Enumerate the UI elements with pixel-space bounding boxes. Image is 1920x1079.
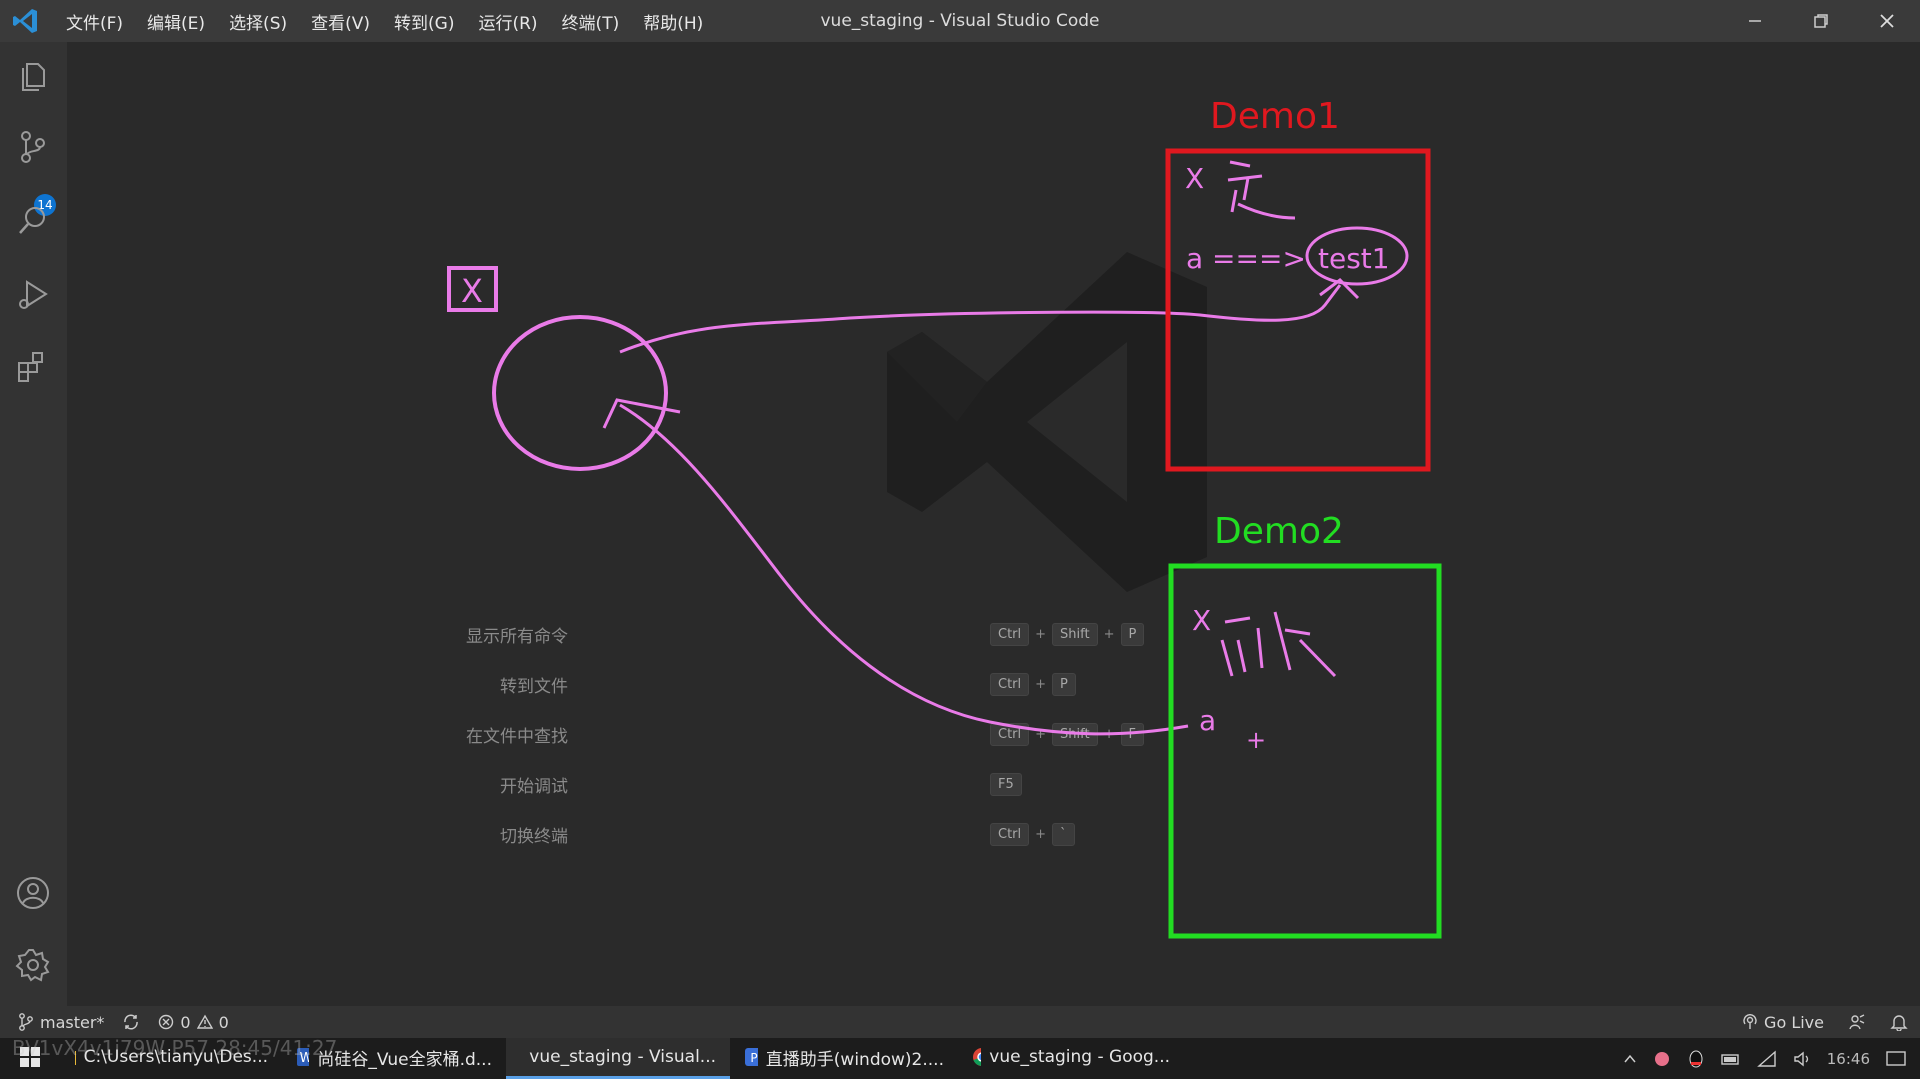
- shortcut-label: 转到文件: [500, 676, 568, 697]
- menu-run[interactable]: 运行(R): [466, 3, 549, 40]
- menu-selection[interactable]: 选择(S): [217, 3, 299, 40]
- account-icon[interactable]: [14, 874, 52, 912]
- menu-terminal[interactable]: 终端(T): [550, 3, 632, 40]
- branch-indicator[interactable]: master*: [18, 1013, 104, 1032]
- broadcast-icon: [1743, 1014, 1757, 1029]
- sync-icon: [124, 1014, 139, 1030]
- key: Ctrl: [990, 822, 1030, 846]
- shortcut-keys: F5: [990, 772, 1022, 796]
- key: Shift: [1052, 622, 1098, 646]
- taskbar-item-label: vue_staging - Visual...: [529, 1047, 716, 1067]
- extensions-icon[interactable]: [14, 348, 52, 386]
- minimize-icon: [1749, 20, 1761, 22]
- key: Shift: [1052, 722, 1098, 746]
- menu-go[interactable]: 转到(G): [382, 3, 466, 40]
- shortcut-keys: Ctrl + P: [990, 672, 1076, 696]
- vscode-watermark-icon: [887, 252, 1207, 592]
- taskbar-item[interactable]: vue_staging - Goog...: [958, 1038, 1184, 1079]
- key-plus: +: [1035, 626, 1047, 642]
- status-right: Go Live: [1724, 1006, 1908, 1038]
- problems-indicator[interactable]: 0 0: [158, 1012, 229, 1032]
- close-button[interactable]: [1854, 0, 1920, 42]
- status-bar: master* 0 0 Go Live: [0, 1006, 1920, 1038]
- taskbar-item[interactable]: P 直播助手(window)2....: [730, 1038, 958, 1079]
- shortcut-label: 切换终端: [500, 826, 568, 847]
- notifications-bell-icon[interactable]: [1890, 1013, 1908, 1031]
- key: Ctrl: [990, 622, 1030, 646]
- key: Ctrl: [990, 722, 1030, 746]
- key: F5: [990, 772, 1022, 796]
- menu-help[interactable]: 帮助(H): [631, 3, 715, 40]
- run-debug-icon[interactable]: [14, 276, 52, 314]
- wifi-icon[interactable]: [1756, 1049, 1777, 1068]
- chrome-icon: [973, 1048, 982, 1066]
- title-bar: 文件(F) 编辑(E) 选择(S) 查看(V) 转到(G) 运行(R) 终端(T…: [0, 0, 1920, 42]
- error-icon: [159, 1014, 174, 1030]
- volume-icon[interactable]: [1793, 1050, 1811, 1068]
- shortcut-keys: Ctrl + Shift + P: [990, 622, 1145, 646]
- activity-bar: 14: [0, 42, 67, 1006]
- source-control-icon[interactable]: [14, 128, 52, 166]
- restore-icon: [1814, 14, 1828, 28]
- key-plus: +: [1103, 626, 1115, 642]
- go-live-button[interactable]: Go Live: [1742, 1013, 1824, 1032]
- branch-name: master*: [40, 1012, 105, 1032]
- warning-count: 0: [218, 1012, 229, 1032]
- restore-button[interactable]: [1788, 0, 1854, 42]
- battery-icon[interactable]: [1721, 1051, 1741, 1067]
- taskbar-item-active[interactable]: vue_staging - Visual...: [506, 1038, 730, 1079]
- search-icon[interactable]: [14, 202, 52, 240]
- key: Ctrl: [990, 672, 1030, 696]
- key: P: [1120, 622, 1145, 646]
- menu-view[interactable]: 查看(V): [299, 3, 382, 40]
- error-count: 0: [180, 1012, 191, 1032]
- menu-file[interactable]: 文件(F): [54, 3, 135, 40]
- window-controls: [1722, 0, 1920, 42]
- taskbar-item-label: 尚硅谷_Vue全家桶.d...: [317, 1049, 492, 1070]
- key: F: [1120, 722, 1144, 746]
- shortcut-keys: Ctrl + Shift + F: [990, 722, 1144, 746]
- notification-center-icon[interactable]: [1886, 1050, 1906, 1068]
- svg-text:P: P: [750, 1051, 757, 1065]
- vscode-logo-icon: [13, 9, 37, 33]
- key-plus: +: [1103, 726, 1115, 742]
- sync-button[interactable]: [122, 1013, 140, 1031]
- vscode-icon: [521, 1053, 522, 1061]
- shortcut-label: 显示所有命令: [466, 626, 568, 647]
- key-plus: +: [1035, 826, 1047, 842]
- shortcut-keys: Ctrl + `: [990, 822, 1075, 846]
- shortcut-label: 开始调试: [500, 776, 568, 797]
- system-tray: 16:46: [1623, 1038, 1920, 1079]
- explorer-icon[interactable]: [14, 57, 52, 95]
- taskbar-item-label: 直播助手(window)2....: [765, 1049, 944, 1070]
- warning-icon: [196, 1014, 213, 1029]
- key: P: [1052, 672, 1076, 696]
- taskbar-item-label: vue_staging - Goog...: [989, 1047, 1170, 1067]
- close-icon: [1880, 14, 1894, 28]
- key: `: [1052, 822, 1075, 846]
- git-branch-icon: [19, 1013, 33, 1031]
- editor-area: [67, 42, 1920, 1006]
- settings-gear-icon[interactable]: [14, 946, 52, 984]
- shortcut-label: 在文件中查找: [466, 726, 568, 747]
- minimize-button[interactable]: [1722, 0, 1788, 42]
- key-plus: +: [1035, 676, 1047, 692]
- app-icon: P: [745, 1048, 758, 1066]
- go-live-label: Go Live: [1764, 1012, 1824, 1032]
- feedback-icon[interactable]: [1848, 1013, 1866, 1031]
- key-plus: +: [1035, 726, 1047, 742]
- qq-tray-icon[interactable]: [1687, 1050, 1705, 1068]
- video-timestamp-overlay: BV1vX4v1i79W P57 28:45/41:27: [12, 1036, 338, 1060]
- menu-bar: 文件(F) 编辑(E) 选择(S) 查看(V) 转到(G) 运行(R) 终端(T…: [54, 3, 715, 40]
- clock[interactable]: 16:46: [1827, 1050, 1870, 1068]
- flower-tray-icon[interactable]: [1653, 1050, 1671, 1068]
- chevron-up-icon[interactable]: [1623, 1052, 1637, 1066]
- menu-edit[interactable]: 编辑(E): [135, 3, 217, 40]
